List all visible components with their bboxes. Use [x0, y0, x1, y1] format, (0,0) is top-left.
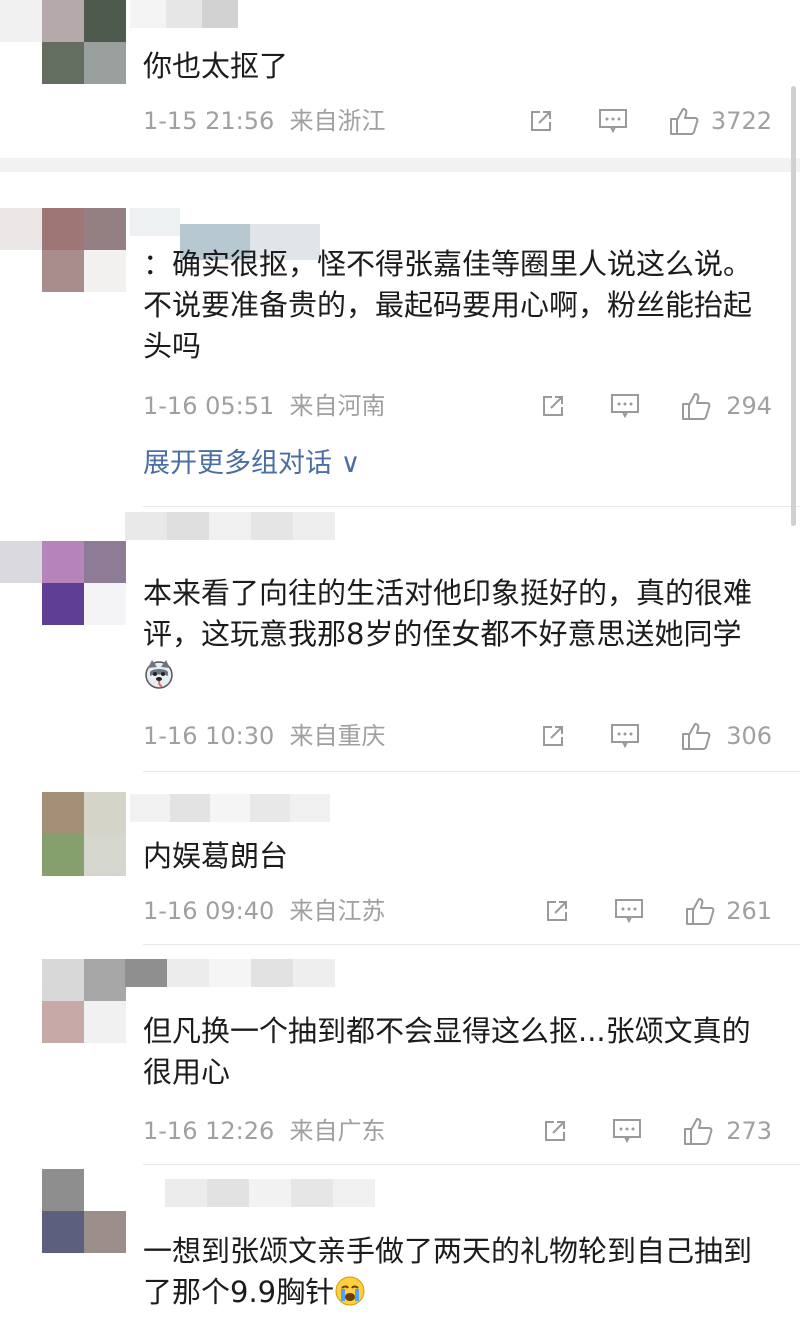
- avatar[interactable]: [0, 208, 130, 298]
- like-count: 273: [726, 1117, 772, 1145]
- comment-time: 1-16 12:26 来自广东: [143, 1117, 386, 1145]
- like-count: 3722: [710, 107, 772, 135]
- share-icon[interactable]: [529, 109, 553, 133]
- comment-icon[interactable]: [611, 394, 639, 418]
- share-icon[interactable]: [541, 394, 565, 418]
- expand-thread-link[interactable]: 展开更多组对话 ∨: [143, 446, 360, 482]
- comment-item-6: 一想到张颂文亲手做了两天的礼物轮到自己抽到了那个9.9胸针: [0, 1165, 800, 1336]
- comment-meta: 1-15 21:56 来自浙江 3722: [143, 106, 772, 136]
- comment-icon[interactable]: [613, 1119, 641, 1143]
- username-blurred[interactable]: [130, 794, 330, 822]
- thumbs-up-icon[interactable]: [681, 721, 711, 751]
- comment-text: 本来看了向往的生活对他印象挺好的，真的很难评，这玩意我那8岁的侄女都不好意思送她…: [143, 573, 772, 696]
- like-count: 261: [726, 897, 772, 925]
- comment-text: 一想到张颂文亲手做了两天的礼物轮到自己抽到了那个9.9胸针: [143, 1231, 772, 1313]
- comment-icon[interactable]: [599, 109, 627, 133]
- comment-item-2: ：确实很抠，怪不得张嘉佳等圈里人说这么说。不说要准备贵的，最起码要用心啊，粉丝能…: [0, 172, 800, 512]
- comment-time: 1-15 21:56 来自浙江: [143, 107, 386, 135]
- husky-emoji-icon: [145, 660, 173, 689]
- comment-item-5: 但凡换一个抽到都不会显得这么抠...张颂文真的很用心 1-16 12:26 来自…: [0, 945, 800, 1165]
- comment-text-body: 一想到张颂文亲手做了两天的礼物轮到自己抽到了那个9.9胸针: [143, 1234, 753, 1309]
- comment-time: 1-16 05:51 来自河南: [143, 392, 386, 420]
- username-blurred[interactable]: [130, 208, 350, 260]
- comment-meta: 1-16 12:26 来自广东 273: [143, 1116, 772, 1146]
- avatar[interactable]: [0, 1169, 130, 1259]
- comment-text: ：确实很抠，怪不得张嘉佳等圈里人说这么说。不说要准备贵的，最起码要用心啊，粉丝能…: [143, 247, 753, 363]
- avatar[interactable]: [0, 0, 130, 90]
- comment-meta: 1-16 09:40 来自江苏 261: [143, 896, 772, 926]
- like-count: 294: [726, 392, 772, 420]
- comment-time: 1-16 10:30 来自重庆: [143, 722, 386, 750]
- comment-text: 你也太抠了: [143, 49, 289, 83]
- comment-icon[interactable]: [615, 899, 643, 923]
- thread-divider: [0, 158, 800, 172]
- username-blurred[interactable]: [125, 959, 335, 987]
- avatar[interactable]: [0, 959, 130, 1049]
- comment-text: 内娱葛朗台: [143, 839, 289, 873]
- share-icon[interactable]: [543, 1119, 567, 1143]
- comment-time: 1-16 09:40 来自江苏: [143, 897, 386, 925]
- share-icon[interactable]: [545, 899, 569, 923]
- thumbs-up-icon[interactable]: [685, 896, 715, 926]
- comment-meta: 1-16 10:30 来自重庆 306: [143, 721, 772, 751]
- comment-text: 但凡换一个抽到都不会显得这么抠...张颂文真的很用心: [143, 1014, 751, 1089]
- username-blurred[interactable]: [125, 512, 335, 540]
- thumbs-up-icon[interactable]: [669, 106, 699, 136]
- comment-item-1: 你也太抠了 1-15 21:56 来自浙江 3722: [0, 0, 800, 160]
- thumbs-up-icon[interactable]: [683, 1116, 713, 1146]
- comment-text-body: 本来看了向往的生活对他印象挺好的，真的很难评，这玩意我那8岁的侄女都不好意思送她…: [143, 576, 753, 651]
- like-count: 306: [726, 722, 772, 750]
- comment-item-4: 内娱葛朗台 1-16 09:40 来自江苏 261: [0, 772, 800, 944]
- comment-icon[interactable]: [611, 724, 639, 748]
- thumbs-up-icon[interactable]: [681, 391, 711, 421]
- avatar[interactable]: [0, 792, 130, 882]
- comment-meta: 1-16 05:51 来自河南 294: [143, 391, 772, 421]
- username-blurred[interactable]: [130, 0, 250, 28]
- share-icon[interactable]: [541, 724, 565, 748]
- scrollbar[interactable]: [791, 86, 796, 526]
- crying-emoji-icon: [335, 1276, 365, 1306]
- comment-item-3: 本来看了向往的生活对他印象挺好的，真的很难评，这玩意我那8岁的侄女都不好意思送她…: [0, 507, 800, 772]
- username-blurred[interactable]: [165, 1179, 375, 1207]
- avatar[interactable]: [0, 541, 130, 631]
